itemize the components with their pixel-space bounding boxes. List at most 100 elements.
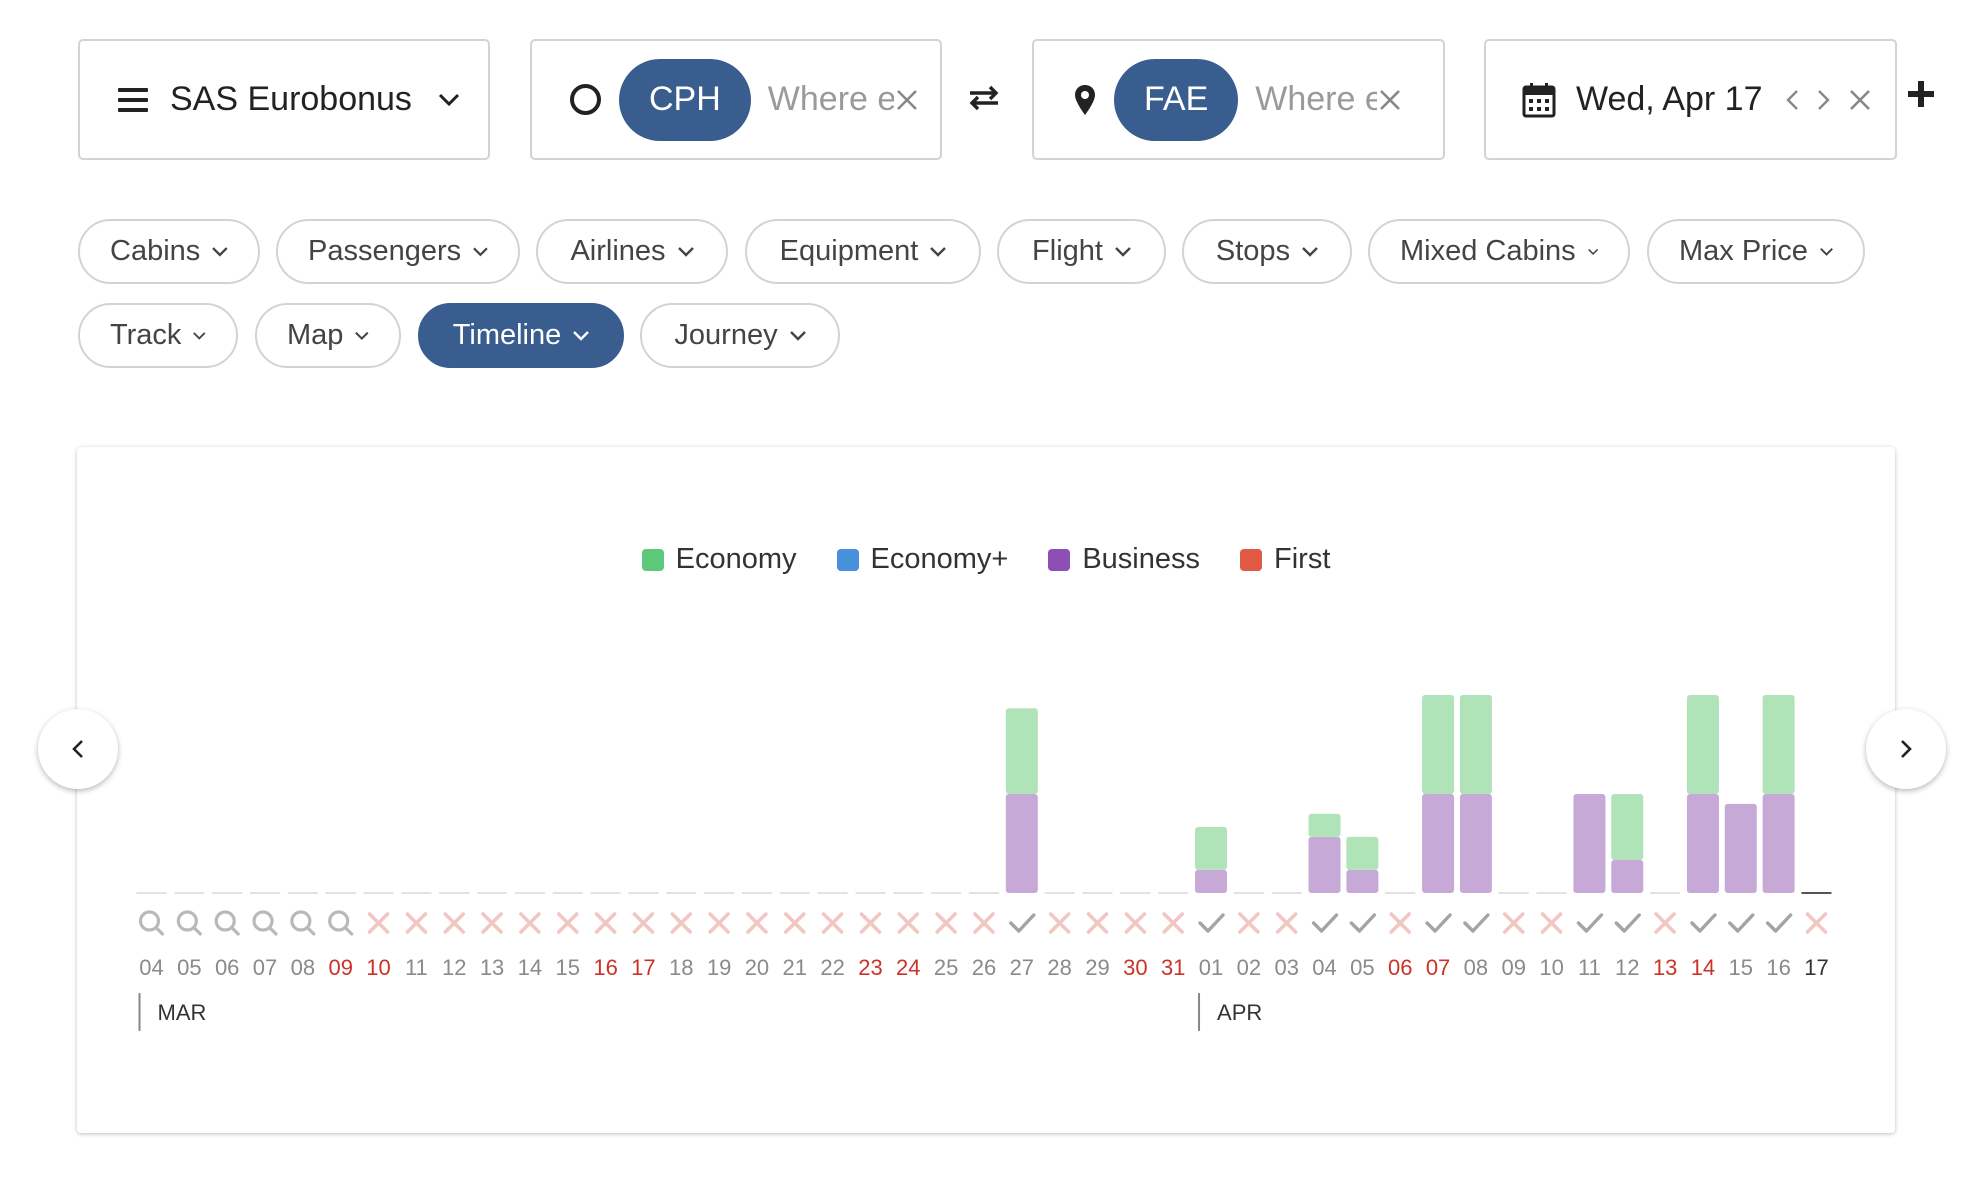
bar-business[interactable] <box>1573 794 1606 893</box>
timeline-previous-button[interactable] <box>38 709 118 789</box>
destination-input[interactable]: Where else? <box>1255 80 1377 119</box>
origin-input[interactable]: Where else? <box>768 80 894 119</box>
unavailable-x-icon <box>1389 912 1412 934</box>
day-label: 03 <box>1274 955 1298 980</box>
day-label: 13 <box>480 955 504 980</box>
filter-airlines[interactable]: Airlines <box>536 219 728 284</box>
unavailable-x-icon <box>1086 912 1109 934</box>
chevron-down-icon <box>1587 248 1598 255</box>
day-label: 22 <box>820 955 844 980</box>
add-segment-icon[interactable] <box>1906 79 1936 109</box>
filter-map[interactable]: Map <box>255 303 401 368</box>
search-icon[interactable] <box>176 910 202 936</box>
day-label: 23 <box>858 955 882 980</box>
check-icon <box>1009 913 1036 933</box>
timeline-next-button[interactable] <box>1866 709 1946 789</box>
unavailable-x-icon <box>859 912 882 934</box>
filter-cabins[interactable]: Cabins <box>78 219 260 284</box>
filter-label: Flight <box>1032 235 1103 267</box>
bar-economy[interactable] <box>1346 836 1379 870</box>
bar-business[interactable] <box>1195 869 1228 893</box>
bar-economy[interactable] <box>1422 695 1455 794</box>
filter-max-price[interactable]: Max Price <box>1647 219 1865 284</box>
search-icon[interactable] <box>290 910 316 936</box>
clear-origin-icon[interactable] <box>896 89 918 111</box>
unavailable-x-icon <box>670 912 693 934</box>
day-label: 05 <box>1350 955 1374 980</box>
filter-label: Stops <box>1215 235 1291 267</box>
origin-chip[interactable]: CPH <box>619 58 751 141</box>
clear-destination-icon[interactable] <box>1379 89 1401 111</box>
destination-chip[interactable]: FAE <box>1114 58 1239 141</box>
filter-stops[interactable]: Stops <box>1182 219 1352 284</box>
day-label: 29 <box>1085 955 1109 980</box>
check-icon <box>1765 913 1793 933</box>
previous-date-icon[interactable] <box>1785 89 1799 111</box>
filter-timeline[interactable]: Timeline <box>418 303 624 368</box>
bar-business[interactable] <box>1005 794 1038 893</box>
check-icon <box>1614 913 1641 933</box>
unavailable-x-icon <box>481 912 503 934</box>
clear-date-icon[interactable] <box>1849 89 1871 111</box>
filter-flight[interactable]: Flight <box>997 219 1166 284</box>
unavailable-x-icon <box>897 912 920 934</box>
filter-label: Track <box>110 319 182 351</box>
filter-label: Cabins <box>110 235 201 267</box>
search-icon[interactable] <box>138 910 165 936</box>
day-label: 11 <box>405 955 428 980</box>
menu-icon <box>118 87 148 112</box>
bar-economy[interactable] <box>1686 695 1719 794</box>
search-icon[interactable] <box>252 910 278 936</box>
filter-mixed-cabins[interactable]: Mixed Cabins <box>1368 219 1630 284</box>
search-icon[interactable] <box>328 910 354 936</box>
chevron-down-icon <box>212 246 228 257</box>
program-selector[interactable]: SAS Eurobonus <box>78 39 490 160</box>
destination-field[interactable]: FAE Where else? <box>1032 39 1445 160</box>
day-label: 10 <box>1539 955 1563 980</box>
bar-business[interactable] <box>1308 836 1341 893</box>
day-label: 07 <box>1426 955 1450 980</box>
bar-business[interactable] <box>1611 860 1644 893</box>
day-label: 19 <box>707 955 731 980</box>
day-label: 17 <box>1804 955 1828 980</box>
bar-economy[interactable] <box>1762 695 1795 794</box>
swap-icon[interactable] <box>968 84 1000 112</box>
unavailable-x-icon <box>821 912 844 934</box>
filter-journey[interactable]: Journey <box>640 303 840 368</box>
day-label: 27 <box>1010 955 1034 980</box>
unavailable-x-icon <box>594 912 617 934</box>
bar-economy[interactable] <box>1308 813 1341 837</box>
timeline-chart: 04 05 06 07 08 09 10 11 12 13 14 15 16 17 18 19 20 21 22 23… <box>136 695 1832 1031</box>
bar-business[interactable] <box>1459 794 1492 893</box>
unavailable-x-icon <box>1805 912 1828 934</box>
bar-economy[interactable] <box>1611 794 1644 860</box>
day-label: 17 <box>631 955 655 980</box>
chevron-down-icon <box>930 246 947 257</box>
bar-business[interactable] <box>1762 794 1795 893</box>
unavailable-x-icon <box>632 912 655 934</box>
bar-business[interactable] <box>1724 803 1757 893</box>
filter-equipment[interactable]: Equipment <box>745 219 981 284</box>
bar-economy[interactable] <box>1459 695 1492 794</box>
next-date-icon[interactable] <box>1817 89 1831 111</box>
unavailable-x-icon <box>746 912 768 934</box>
bar-economy[interactable] <box>1195 827 1228 870</box>
chevron-right-icon <box>1901 740 1912 758</box>
day-label: 09 <box>1501 955 1525 980</box>
day-label: 09 <box>328 955 352 980</box>
chevron-down-icon <box>573 330 590 341</box>
day-label: 13 <box>1653 955 1677 980</box>
bar-business[interactable] <box>1686 794 1719 893</box>
bar-business[interactable] <box>1346 869 1379 893</box>
filter-passengers[interactable]: Passengers <box>276 219 520 284</box>
chevron-down-icon <box>355 331 369 340</box>
bar-economy[interactable] <box>1005 708 1038 794</box>
unavailable-x-icon <box>556 912 579 934</box>
search-icon[interactable] <box>214 910 240 936</box>
unavailable-x-icon <box>367 912 390 934</box>
date-picker[interactable]: Wed, Apr 17 <box>1484 39 1897 160</box>
day-label: 24 <box>896 955 920 980</box>
origin-field[interactable]: CPH Where else? <box>530 39 942 160</box>
bar-business[interactable] <box>1422 794 1455 893</box>
filter-track[interactable]: Track <box>78 303 238 368</box>
